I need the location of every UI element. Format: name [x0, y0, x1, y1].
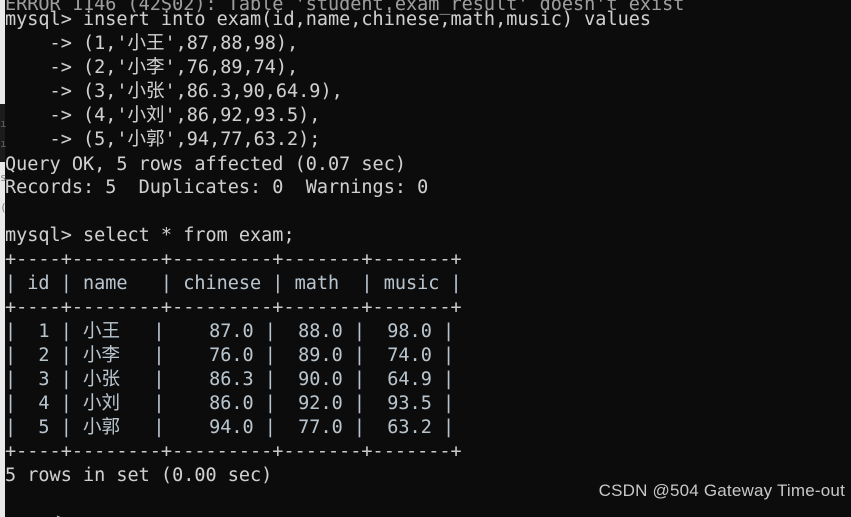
background-ghost-text-1: ıa — [0, 118, 7, 129]
table-row: | 3 | 小张 | 86.3 | 90.0 | 64.9 | — [5, 369, 455, 390]
table-row: | 2 | 小李 | 76.0 | 89.0 | 74.0 | — [5, 345, 455, 366]
table-row: | 4 | 小刘 | 86.0 | 92.0 | 93.5 | — [5, 393, 455, 414]
terminal-line-insert-row-3: -> (3,'小张',86.3,90,64.9), — [5, 81, 343, 102]
background-window-dark-band — [0, 104, 5, 162]
terminal-output-area[interactable]: ERROR 1146 (42S02): Table 'student.exam_… — [5, 0, 851, 517]
terminal-window: ıa ıe s ( ERROR 1146 (42S02): Table 'stu… — [0, 0, 851, 517]
terminal-line-partial-bottom: -> — [45, 511, 67, 517]
background-ghost-text-4: ( — [0, 202, 7, 213]
terminal-line-insert-row-5: -> (5,'小郭',94,77,63.2); — [5, 129, 321, 150]
terminal-line-select-prompt: mysql> select * from exam; — [5, 225, 295, 246]
table-row: | 1 | 小王 | 87.0 | 88.0 | 98.0 | — [5, 321, 455, 342]
table-header-row: | id | name | chinese | math | music | — [5, 273, 462, 294]
terminal-line-insert-prompt: mysql> insert into exam(id,name,chinese,… — [5, 9, 652, 30]
table-row: | 5 | 小郭 | 94.0 | 77.0 | 63.2 | — [5, 417, 455, 438]
background-ghost-text-2: ıe — [0, 138, 7, 149]
table-rule-top: +----+--------+---------+-------+-------… — [5, 249, 462, 270]
terminal-line-insert-row-1: -> (1,'小王',87,88,98), — [5, 33, 299, 54]
table-rule-bottom: +----+--------+---------+-------+-------… — [5, 441, 462, 462]
background-ghost-text-3: s — [0, 172, 7, 183]
terminal-line-rows-in-set: 5 rows in set (0.00 sec) — [5, 465, 273, 486]
csdn-watermark: CSDN @504 Gateway Time-out — [598, 481, 845, 500]
terminal-line-insert-row-2: -> (2,'小李',76,89,74), — [5, 57, 299, 78]
terminal-line-insert-row-4: -> (4,'小刘',86,92,93.5), — [5, 105, 321, 126]
terminal-line-query-ok: Query OK, 5 rows affected (0.07 sec) — [5, 154, 406, 175]
table-rule-header: +----+--------+---------+-------+-------… — [5, 297, 462, 318]
background-window-edge — [0, 0, 5, 517]
terminal-line-records: Records: 5 Duplicates: 0 Warnings: 0 — [5, 177, 429, 198]
